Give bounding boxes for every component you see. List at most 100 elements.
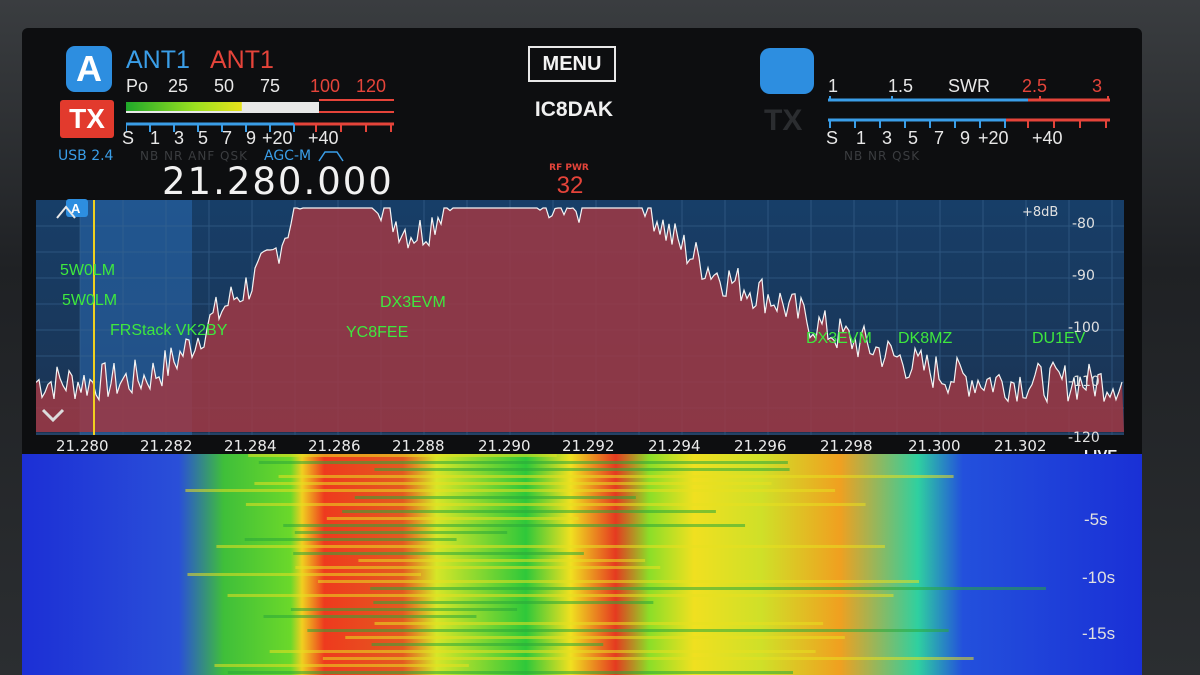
po-meter-label: Po [126, 76, 149, 96]
waterfall-texture-band [294, 531, 508, 534]
waterfall-texture-band [227, 594, 894, 597]
sub-s-tick: 5 [908, 128, 919, 148]
freq-tick-label: 21.282 [140, 437, 193, 455]
s-tick: 5 [198, 128, 209, 148]
antenna-a-button[interactable]: A [66, 46, 112, 92]
radio-screen: A TX ANT1 ANT1 Po 25 50 75 100 120 S 1 3… [22, 28, 1142, 675]
po-tick: 75 [260, 76, 281, 96]
waterfall-texture-band [185, 489, 836, 492]
spectrum-scale-button[interactable]: A [56, 198, 92, 224]
waterfall-texture-band [370, 587, 1046, 590]
rf-power-value[interactable]: 32 [540, 172, 600, 200]
waterfall-texture-band [307, 629, 949, 632]
waterfall-texture-band [263, 615, 477, 618]
waterfall-texture-band [227, 671, 794, 674]
db-label: -110 [1068, 374, 1100, 390]
po-tick: 25 [168, 76, 189, 96]
waterfall-texture-band [258, 461, 788, 464]
sub-s-meter-scale: S 1 3 5 7 9 +20 +40 [826, 128, 1116, 150]
dx-spot-label[interactable]: DK8MZ [898, 330, 952, 348]
waterfall-texture-band [358, 559, 646, 562]
swr-tick-red: 2.5 [1022, 76, 1048, 96]
po-tick-red: 100 [310, 76, 341, 96]
swr-tick: 1 [828, 76, 839, 96]
sub-s-tick: 7 [934, 128, 945, 148]
waterfall-texture-band [244, 538, 457, 541]
dx-spot-label[interactable]: YC8FEE [346, 324, 408, 342]
sub-s-tick: +40 [1032, 128, 1063, 148]
freq-tick-label: 21.280 [56, 437, 109, 455]
freq-tick-label: 21.302 [994, 437, 1047, 455]
swr-tick: 1.5 [888, 76, 914, 96]
waterfall-texture-band [317, 580, 920, 583]
waterfall-texture-band [354, 496, 636, 499]
waterfall-time-label: -15s [1082, 624, 1116, 643]
sub-s-tick: 3 [882, 128, 893, 148]
waterfall-texture-band [216, 545, 885, 548]
waterfall-texture-band [295, 566, 661, 569]
mode-filter-width[interactable]: USB 2.4 [58, 148, 113, 164]
waterfall-texture-band [283, 524, 746, 527]
db-label: -80 [1072, 216, 1095, 232]
scale-a-icon: A [56, 199, 88, 219]
s-tick: 7 [222, 128, 233, 148]
tx-indicator: TX [60, 100, 114, 138]
vfo-frequency[interactable]: 21.280.000 [162, 160, 394, 203]
freq-tick-label: 21.288 [392, 437, 445, 455]
dx-spot-label[interactable]: 5W0LM [60, 262, 115, 280]
dx-spot-label[interactable]: 5W0LM [62, 292, 117, 310]
waterfall-texture-band [245, 503, 866, 506]
waterfall-texture-band [345, 636, 845, 639]
sub-s-tick: 9 [960, 128, 971, 148]
waterfall-texture-band [269, 650, 816, 653]
freq-tick-label: 21.284 [224, 437, 277, 455]
swr-tick-red: 3 [1092, 76, 1103, 96]
freq-tick-label: 21.298 [820, 437, 873, 455]
sub-function-indicators: NB NR QSK [844, 149, 921, 163]
waterfall-texture-band [373, 601, 654, 604]
freq-tick-label: 21.294 [648, 437, 701, 455]
s-tick: +40 [308, 128, 339, 148]
s-meter-scale: S 1 3 5 7 9 +20 +40 [122, 128, 392, 150]
freq-tick-label: 21.292 [562, 437, 615, 455]
sub-s-tick: S [826, 128, 839, 148]
waterfall-time-label: -10s [1082, 568, 1116, 587]
antenna-main-label[interactable]: ANT1 [126, 46, 190, 75]
sub-receiver-button[interactable] [760, 48, 814, 94]
db-offset-label: +8dB [1022, 205, 1059, 220]
db-label: -90 [1072, 268, 1095, 284]
dx-spot-label[interactable]: FRStack VK2BY [110, 322, 227, 340]
sub-s-tick: 1 [856, 128, 867, 148]
waterfall-texture-band [278, 475, 954, 478]
waterfall-texture-band [326, 517, 579, 520]
waterfall-texture-band [290, 608, 518, 611]
po-meter-fill [126, 102, 242, 112]
swr-label: SWR [948, 76, 990, 96]
freq-tick-label: 21.296 [734, 437, 787, 455]
waterfall-display[interactable]: -5s -10s -15s [22, 454, 1142, 675]
waterfall-texture-band [374, 622, 824, 625]
dx-spot-label[interactable]: DU1EV [1032, 330, 1085, 348]
waterfall-texture-band [254, 482, 772, 485]
waterfall-texture-band [293, 552, 584, 555]
s-tick: 3 [174, 128, 185, 148]
sub-s-tick: +20 [978, 128, 1009, 148]
antenna-tx-label[interactable]: ANT1 [210, 46, 274, 75]
waterfall-texture-band [371, 643, 604, 646]
waterfall-texture-band [214, 664, 469, 667]
waterfall-texture-band [187, 573, 421, 576]
dx-spot-label[interactable]: DX3EVM [380, 294, 446, 312]
po-tick: 50 [214, 76, 235, 96]
freq-tick-label: 21.286 [308, 437, 361, 455]
s-tick: 9 [246, 128, 257, 148]
waterfall-time-label: -5s [1084, 510, 1108, 529]
menu-button[interactable]: MENU [528, 46, 616, 82]
collapse-chevron-icon[interactable] [40, 406, 66, 428]
s-tick: S [122, 128, 135, 148]
waterfall-texture-band [342, 510, 716, 513]
station-callsign: IC8DAK [534, 98, 614, 121]
dx-spot-label[interactable]: DX3EVM [806, 330, 872, 348]
waterfall-texture-band [374, 468, 790, 471]
freq-tick-label: 21.290 [478, 437, 531, 455]
freq-tick-label: 21.300 [908, 437, 961, 455]
